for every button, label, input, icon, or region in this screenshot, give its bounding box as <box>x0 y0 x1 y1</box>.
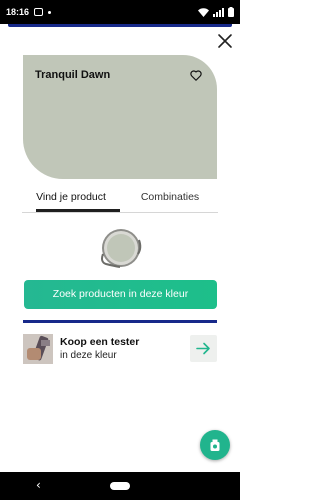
close-button[interactable] <box>214 30 236 52</box>
battery-icon <box>228 7 234 17</box>
tester-divider <box>23 320 217 323</box>
arrow-right-icon <box>196 342 210 355</box>
dot-icon <box>48 10 52 14</box>
cta-label: Zoek producten in deze kleur <box>52 288 189 300</box>
tester-subtitle: in deze kleur <box>60 350 117 361</box>
home-pill[interactable] <box>110 482 130 490</box>
paint-tester-icon <box>210 439 220 451</box>
status-icons <box>198 7 234 17</box>
status-bar: 18:16 <box>0 0 240 24</box>
buy-tester-row[interactable]: Koop een tester in deze kleur <box>23 334 217 364</box>
tester-title: Koop een tester <box>60 336 140 348</box>
favorite-button[interactable] <box>189 68 203 82</box>
signal-icon <box>213 7 224 17</box>
sheet-top-accent <box>8 24 232 27</box>
tester-arrow-button[interactable] <box>190 335 217 362</box>
tester-cart-fab[interactable] <box>200 430 230 460</box>
tab-combinations[interactable]: Combinaties <box>122 188 218 214</box>
heart-icon <box>190 70 202 81</box>
paint-can-icon <box>101 229 142 268</box>
close-icon <box>218 34 232 48</box>
tester-thumbnail <box>23 334 53 364</box>
tab-label: Combinaties <box>140 191 200 203</box>
tester-image <box>23 334 53 364</box>
back-icon[interactable]: ‹ <box>36 478 41 492</box>
notification-icon <box>34 8 44 16</box>
tab-bar: Vind je product Combinaties <box>0 188 240 214</box>
color-name: Tranquil Dawn <box>35 69 111 81</box>
tabs-divider <box>22 212 218 213</box>
tab-label: Vind je product <box>36 191 106 203</box>
system-nav-bar: ‹ <box>0 472 240 500</box>
color-swatch-card: Tranquil Dawn <box>23 55 217 179</box>
search-products-in-color-button[interactable]: Zoek producten in deze kleur <box>24 280 217 309</box>
status-time: 18:16 <box>6 7 30 17</box>
wifi-icon <box>198 7 209 17</box>
